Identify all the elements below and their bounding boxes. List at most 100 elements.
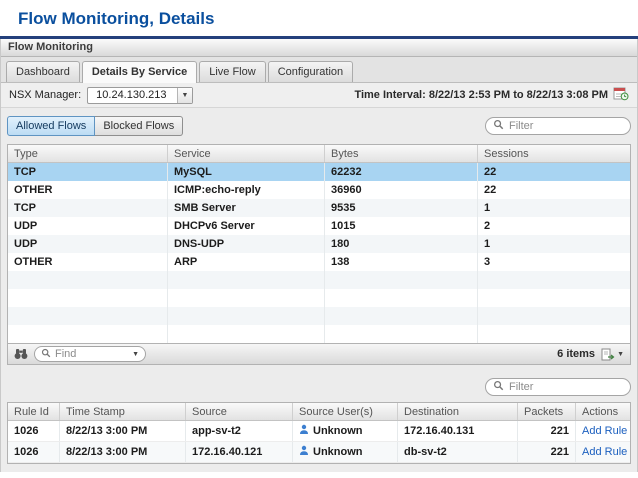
cell-service: ARP xyxy=(168,253,325,271)
chevron-down-icon[interactable]: ▼ xyxy=(132,351,139,358)
column-header-type[interactable]: Type xyxy=(8,145,168,162)
cell-type: TCP xyxy=(8,199,168,217)
table-row[interactable]: TCP MySQL 62232 22 xyxy=(8,163,630,181)
flows-table-header: Type Service Bytes Sessions xyxy=(8,145,630,163)
table-row[interactable]: TCP SMB Server 9535 1 xyxy=(8,199,630,217)
time-interval-group: Time Interval: 8/22/13 2:53 PM to 8/22/1… xyxy=(354,86,629,104)
flows-table: Type Service Bytes Sessions TCP MySQL 62… xyxy=(7,144,631,344)
cell-sessions: 1 xyxy=(484,202,491,214)
cell-sessions: 3 xyxy=(484,256,491,268)
user-icon xyxy=(299,445,309,459)
nsx-manager-row: NSX Manager: 10.24.130.213 ▼ Time Interv… xyxy=(1,83,637,108)
cell-bytes: 138 xyxy=(325,253,478,271)
chevron-down-icon[interactable]: ▼ xyxy=(617,351,624,358)
binoculars-icon[interactable] xyxy=(14,348,28,360)
column-header-service[interactable]: Service xyxy=(168,145,325,162)
cell-bytes: 180 xyxy=(325,235,478,253)
nsx-manager-label: NSX Manager: xyxy=(9,89,82,101)
rules-filter-input[interactable] xyxy=(509,381,623,393)
cell-type: UDP xyxy=(8,217,168,235)
table-row[interactable]: UDP DHCPv6 Server 1015 2 xyxy=(8,217,630,235)
table-row[interactable]: 1026 8/22/13 3:00 PM 172.16.40.121 Unkno… xyxy=(8,442,630,463)
column-header-rule-id[interactable]: Rule Id xyxy=(8,403,60,420)
table-row[interactable]: OTHER ARP 138 3 xyxy=(8,253,630,271)
empty-row xyxy=(8,325,630,343)
items-count: 6 items xyxy=(557,348,596,360)
flows-filter-box[interactable] xyxy=(485,117,631,135)
tab-configuration[interactable]: Configuration xyxy=(267,61,354,82)
column-header-time-stamp[interactable]: Time Stamp xyxy=(60,403,186,420)
page: Flow Monitoring, Details Flow Monitoring… xyxy=(0,0,638,472)
allowed-flows-button[interactable]: Allowed Flows xyxy=(7,116,96,136)
nsx-manager-dropdown[interactable]: 10.24.130.213 ▼ xyxy=(87,86,194,104)
find-input[interactable] xyxy=(55,348,129,360)
panel-header: Flow Monitoring xyxy=(1,39,637,57)
time-interval-label: Time Interval: 8/22/13 2:53 PM to 8/22/1… xyxy=(354,89,608,101)
cell-type: OTHER xyxy=(8,181,168,199)
flows-table-body: TCP MySQL 62232 22 OTHER ICMP:echo-reply… xyxy=(8,163,630,343)
column-header-packets[interactable]: Packets xyxy=(518,403,576,420)
cell-type: UDP xyxy=(8,235,168,253)
export-icon[interactable]: ▼ xyxy=(601,348,624,361)
add-rule-link[interactable]: Add Rule xyxy=(582,446,627,458)
flows-section: Allowed Flows Blocked Flows Type Service… xyxy=(1,108,637,365)
nsx-manager-value: 10.24.130.213 xyxy=(96,88,167,101)
table-row[interactable]: 1026 8/22/13 3:00 PM app-sv-t2 Unknown 1… xyxy=(8,421,630,442)
tab-live-flow[interactable]: Live Flow xyxy=(199,61,266,82)
column-header-sessions[interactable]: Sessions xyxy=(478,145,630,162)
table-row[interactable]: UDP DNS-UDP 180 1 xyxy=(8,235,630,253)
rules-table-header: Rule Id Time Stamp Source Source User(s)… xyxy=(8,403,630,421)
cell-rule-id: 1026 xyxy=(8,421,60,441)
cell-sessions: 1 xyxy=(484,238,491,250)
cell-source-user: Unknown xyxy=(293,421,398,441)
flows-table-footer: ▼ 6 items ▼ xyxy=(7,344,631,365)
cell-destination: 172.16.40.131 xyxy=(398,421,518,441)
column-header-source[interactable]: Source xyxy=(186,403,293,420)
cell-bytes: 36960 xyxy=(325,181,478,199)
empty-row xyxy=(8,289,630,307)
cell-service: ICMP:echo-reply xyxy=(168,181,325,199)
cell-packets: 221 xyxy=(518,442,576,462)
cell-actions: Add Rule xyxy=(576,442,630,462)
chevron-down-icon[interactable]: ▼ xyxy=(176,87,193,103)
rules-table: Rule Id Time Stamp Source Source User(s)… xyxy=(7,402,631,464)
cell-time-stamp: 8/22/13 3:00 PM xyxy=(60,421,186,441)
cell-bytes: 62232 xyxy=(325,163,478,181)
empty-row xyxy=(8,307,630,325)
table-row[interactable]: OTHER ICMP:echo-reply 36960 22 xyxy=(8,181,630,199)
cell-bytes: 9535 xyxy=(325,199,478,217)
cell-type: OTHER xyxy=(8,253,168,271)
find-box[interactable]: ▼ xyxy=(34,346,146,362)
search-icon xyxy=(493,380,504,394)
cell-service: MySQL xyxy=(168,163,325,181)
column-header-source-users[interactable]: Source User(s) xyxy=(293,403,398,420)
flow-toggle-row: Allowed Flows Blocked Flows xyxy=(7,116,631,136)
cell-rule-id: 1026 xyxy=(8,442,60,462)
user-icon xyxy=(299,424,309,438)
cell-service: DNS-UDP xyxy=(168,235,325,253)
rules-table-body: 1026 8/22/13 3:00 PM app-sv-t2 Unknown 1… xyxy=(8,421,630,463)
rules-filter-row xyxy=(1,378,637,396)
flows-filter-input[interactable] xyxy=(509,120,623,132)
search-icon xyxy=(41,348,51,361)
cell-sessions: 22 xyxy=(484,184,497,196)
cell-packets: 221 xyxy=(518,421,576,441)
search-icon xyxy=(493,119,504,133)
cell-destination: db-sv-t2 xyxy=(398,442,518,462)
time-interval-edit-icon[interactable] xyxy=(613,86,629,104)
cell-source-user: Unknown xyxy=(293,442,398,462)
column-header-actions[interactable]: Actions xyxy=(576,403,630,420)
page-title: Flow Monitoring, Details xyxy=(18,9,215,28)
add-rule-link[interactable]: Add Rule xyxy=(582,425,627,437)
tab-details-by-service[interactable]: Details By Service xyxy=(81,61,198,83)
column-header-bytes[interactable]: Bytes xyxy=(325,145,478,162)
cell-service: SMB Server xyxy=(168,199,325,217)
rules-filter-box[interactable] xyxy=(485,378,631,396)
flow-monitoring-panel: Flow Monitoring Dashboard Details By Ser… xyxy=(0,39,638,472)
cell-bytes: 1015 xyxy=(325,217,478,235)
blocked-flows-button[interactable]: Blocked Flows xyxy=(95,116,184,136)
column-header-destination[interactable]: Destination xyxy=(398,403,518,420)
cell-type: TCP xyxy=(8,163,168,181)
tab-dashboard[interactable]: Dashboard xyxy=(6,61,80,82)
